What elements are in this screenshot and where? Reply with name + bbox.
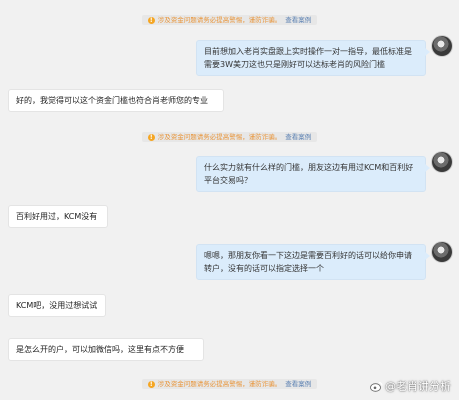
avatar[interactable] bbox=[432, 152, 452, 172]
view-cases-link[interactable]: 查看案例 bbox=[285, 133, 311, 141]
weibo-watermark: @老肖讲分析 bbox=[370, 378, 451, 394]
message-bubble-received: 好的，我觉得可以这个资金门槛也符合肖老师您的专业 bbox=[8, 89, 224, 112]
fraud-warning-notice: ! 涉及资金问题请务必提高警惕，谨防诈骗。 查看案例 bbox=[0, 132, 459, 142]
avatar[interactable] bbox=[432, 242, 452, 262]
avatar[interactable] bbox=[432, 36, 452, 56]
view-cases-link[interactable]: 查看案例 bbox=[285, 380, 311, 388]
message-bubble-received: KCM吧，没用过想试试 bbox=[8, 294, 106, 317]
warning-icon: ! bbox=[147, 133, 155, 141]
message-bubble-sent: 嗯嗯，那朋友你看一下这边是需要百利好的话可以给你申请转户，没有的话可以指定选择一… bbox=[196, 244, 430, 280]
warning-icon: ! bbox=[147, 16, 155, 24]
message-bubble-sent: 目前想加入老肖实盘跟上实时操作一对一指导，最低标准是需要3W美刀这也只是刚好可以… bbox=[196, 40, 430, 76]
message-bubble-received: 是怎么开的户，可以加微信吗，这里有点不方便 bbox=[8, 338, 204, 361]
warning-icon: ! bbox=[147, 380, 155, 388]
message-bubble-sent: 什么实力就有什么样的门槛，朋友这边有用过KCM和百利好平台交易吗？ bbox=[196, 156, 430, 192]
weibo-icon bbox=[370, 381, 383, 392]
fraud-warning-notice: ! 涉及资金问题请务必提高警惕，谨防诈骗。 查看案例 bbox=[0, 15, 459, 25]
view-cases-link[interactable]: 查看案例 bbox=[285, 16, 311, 24]
message-bubble-received: 百利好用过，KCM没有 bbox=[8, 205, 108, 228]
